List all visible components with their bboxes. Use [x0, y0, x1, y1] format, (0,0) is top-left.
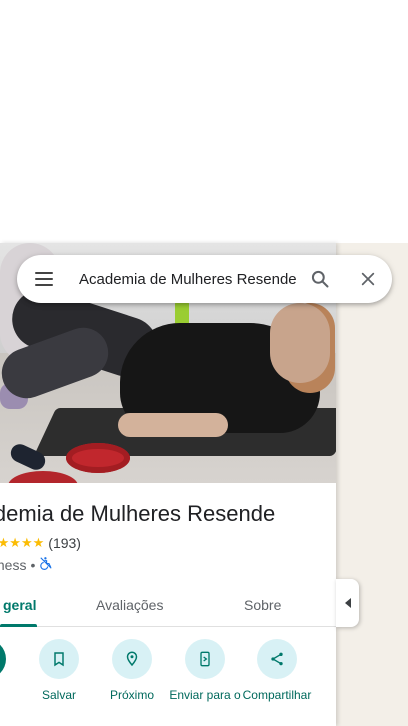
tab-overview[interactable]: geral	[3, 583, 36, 627]
tab-about[interactable]: Sobre	[244, 583, 281, 627]
photo-arm	[118, 413, 228, 437]
menu-icon-line	[35, 284, 53, 286]
separator: •	[30, 556, 36, 573]
nearby-button[interactable]: Próximo	[95, 639, 169, 702]
collapse-panel-button[interactable]	[336, 579, 359, 627]
search-bar[interactable]: Academia de Mulheres Resende	[17, 255, 392, 303]
send-to-phone-button[interactable]: Enviar para o	[168, 639, 242, 702]
map-background[interactable]	[336, 243, 408, 726]
menu-icon-line	[35, 278, 53, 280]
share-label: Compartilhar	[242, 688, 312, 702]
share-button[interactable]: Compartilhar	[240, 639, 314, 702]
rating-count[interactable]: (193)	[48, 535, 81, 551]
directions-icon	[0, 639, 6, 679]
directions-label: s	[0, 688, 23, 702]
close-icon[interactable]	[344, 255, 392, 303]
category-row: fitness •	[0, 556, 53, 573]
send-to-phone-icon	[185, 639, 225, 679]
rating-stars: ★★★★★	[0, 535, 45, 550]
photo-head	[270, 303, 330, 383]
search-icon[interactable]	[296, 255, 344, 303]
bookmark-icon	[39, 639, 79, 679]
photo-weight-plate	[66, 443, 130, 473]
save-label: Salvar	[41, 688, 76, 702]
save-button[interactable]: Salvar	[22, 639, 96, 702]
search-input[interactable]: Academia de Mulheres Resende	[71, 271, 296, 288]
action-buttons: s Salvar Próximo E	[0, 639, 336, 726]
place-title: Academia de Mulheres Resende	[0, 501, 276, 526]
caret-left-icon	[344, 598, 351, 608]
tab-bar: geral Avaliações Sobre	[0, 583, 336, 627]
send-to-phone-label: Enviar para o	[169, 688, 241, 702]
directions-button[interactable]: s	[0, 639, 23, 702]
category-label[interactable]: fitness	[0, 557, 26, 573]
share-icon	[257, 639, 297, 679]
menu-icon[interactable]	[17, 255, 71, 303]
menu-icon-line	[35, 272, 53, 274]
nearby-icon	[112, 639, 152, 679]
rating-row[interactable]: ★★★★★ (193)	[0, 535, 81, 551]
place-panel: Academia de Mulheres Resende ★★★★★ (193)…	[0, 243, 336, 726]
no-wheelchair-icon	[39, 556, 53, 573]
tab-indicator	[0, 624, 37, 627]
nearby-label: Próximo	[109, 688, 154, 702]
tab-reviews[interactable]: Avaliações	[96, 583, 163, 627]
